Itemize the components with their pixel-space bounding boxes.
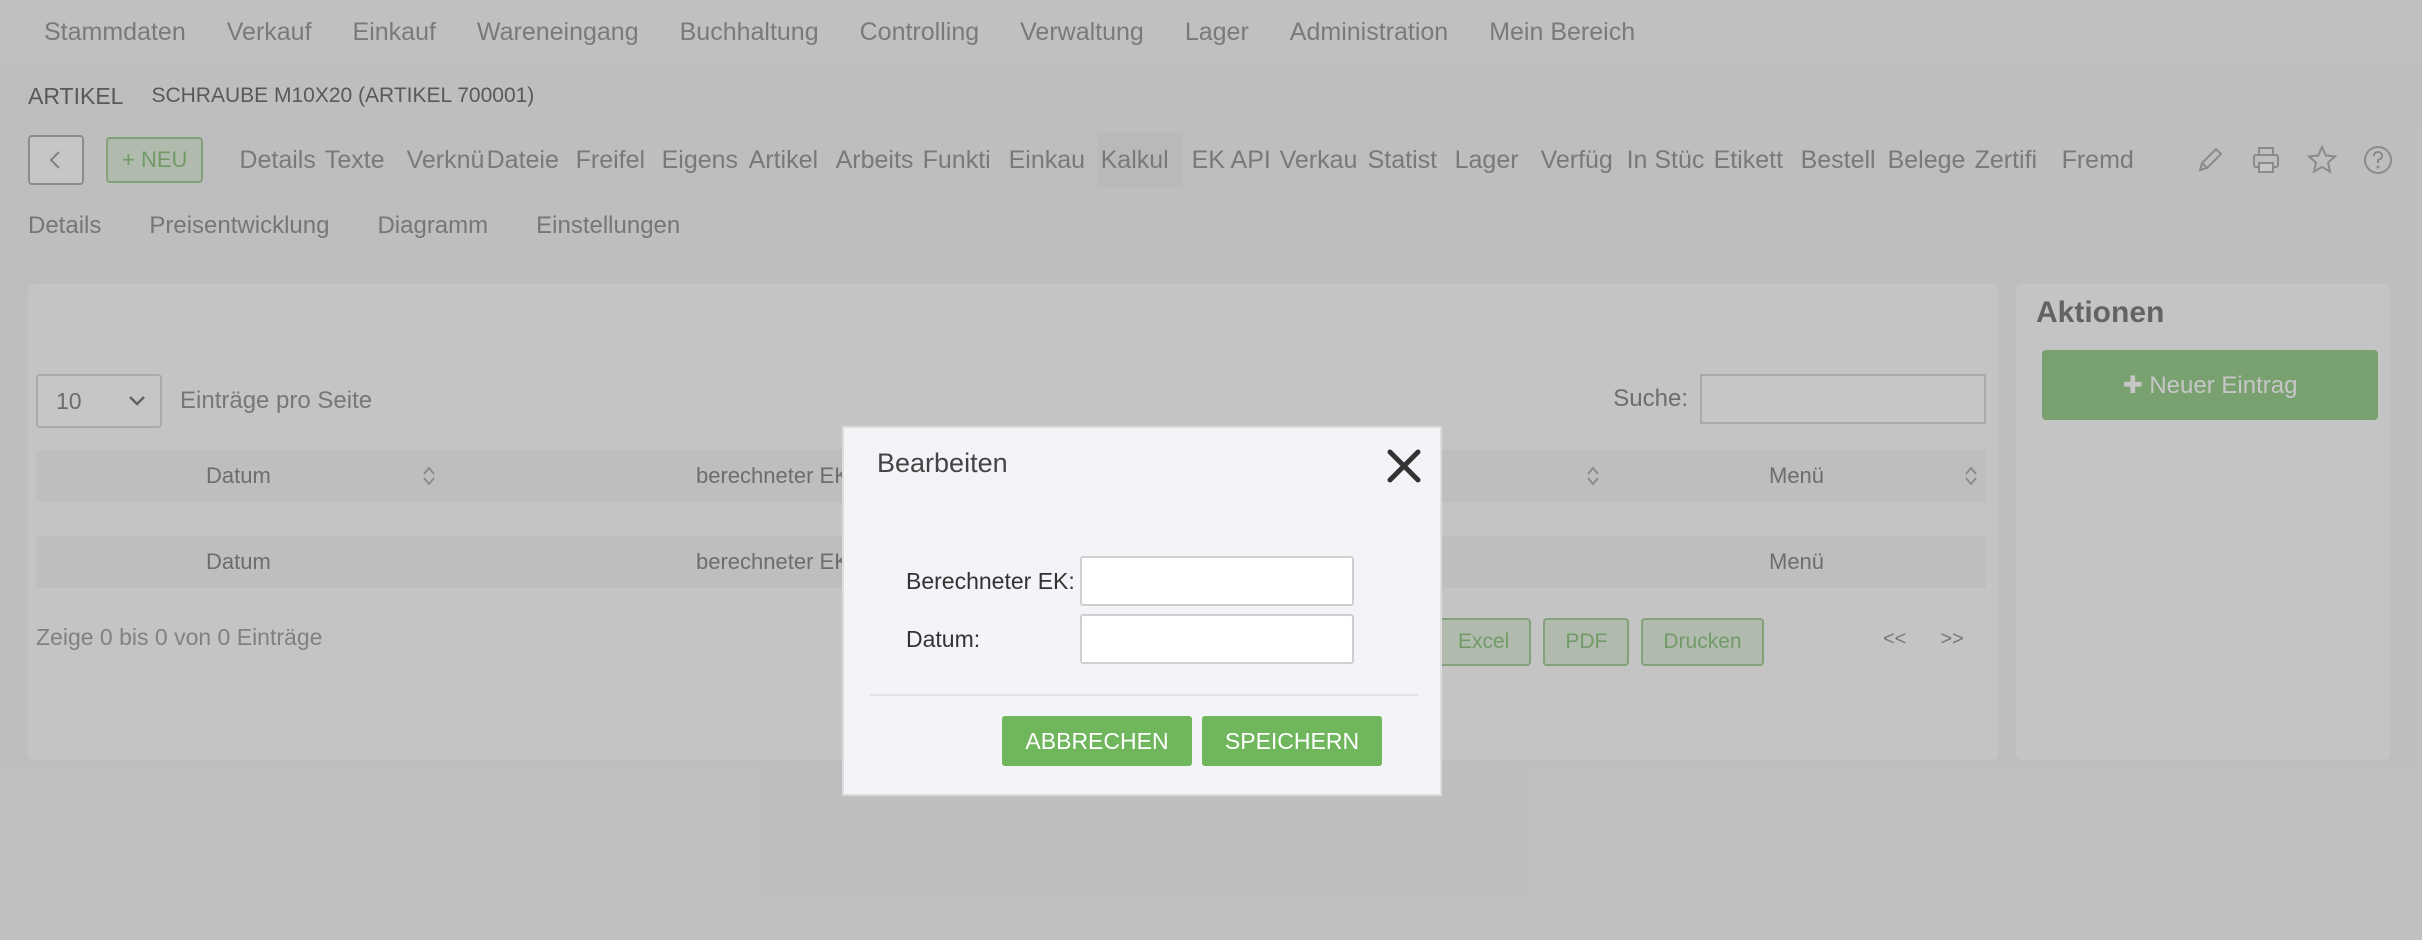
ek-row: Berechneter EK:: [906, 556, 1354, 606]
dialog-divider: [870, 694, 1418, 696]
date-label: Datum:: [906, 625, 981, 652]
edit-dialog: Bearbeiten Berechneter EK: Datum: ABBREC…: [842, 426, 1442, 796]
cancel-button[interactable]: ABBRECHEN: [1002, 716, 1192, 766]
ek-label: Berechneter EK:: [906, 567, 1075, 594]
date-row: Datum:: [906, 614, 1354, 664]
close-button[interactable]: [1384, 446, 1424, 486]
dialog-title: Bearbeiten: [877, 448, 1008, 478]
date-input[interactable]: [1080, 614, 1354, 664]
save-button[interactable]: SPEICHERN: [1202, 716, 1382, 766]
ek-input[interactable]: [1080, 556, 1354, 606]
close-icon: [1387, 449, 1421, 483]
